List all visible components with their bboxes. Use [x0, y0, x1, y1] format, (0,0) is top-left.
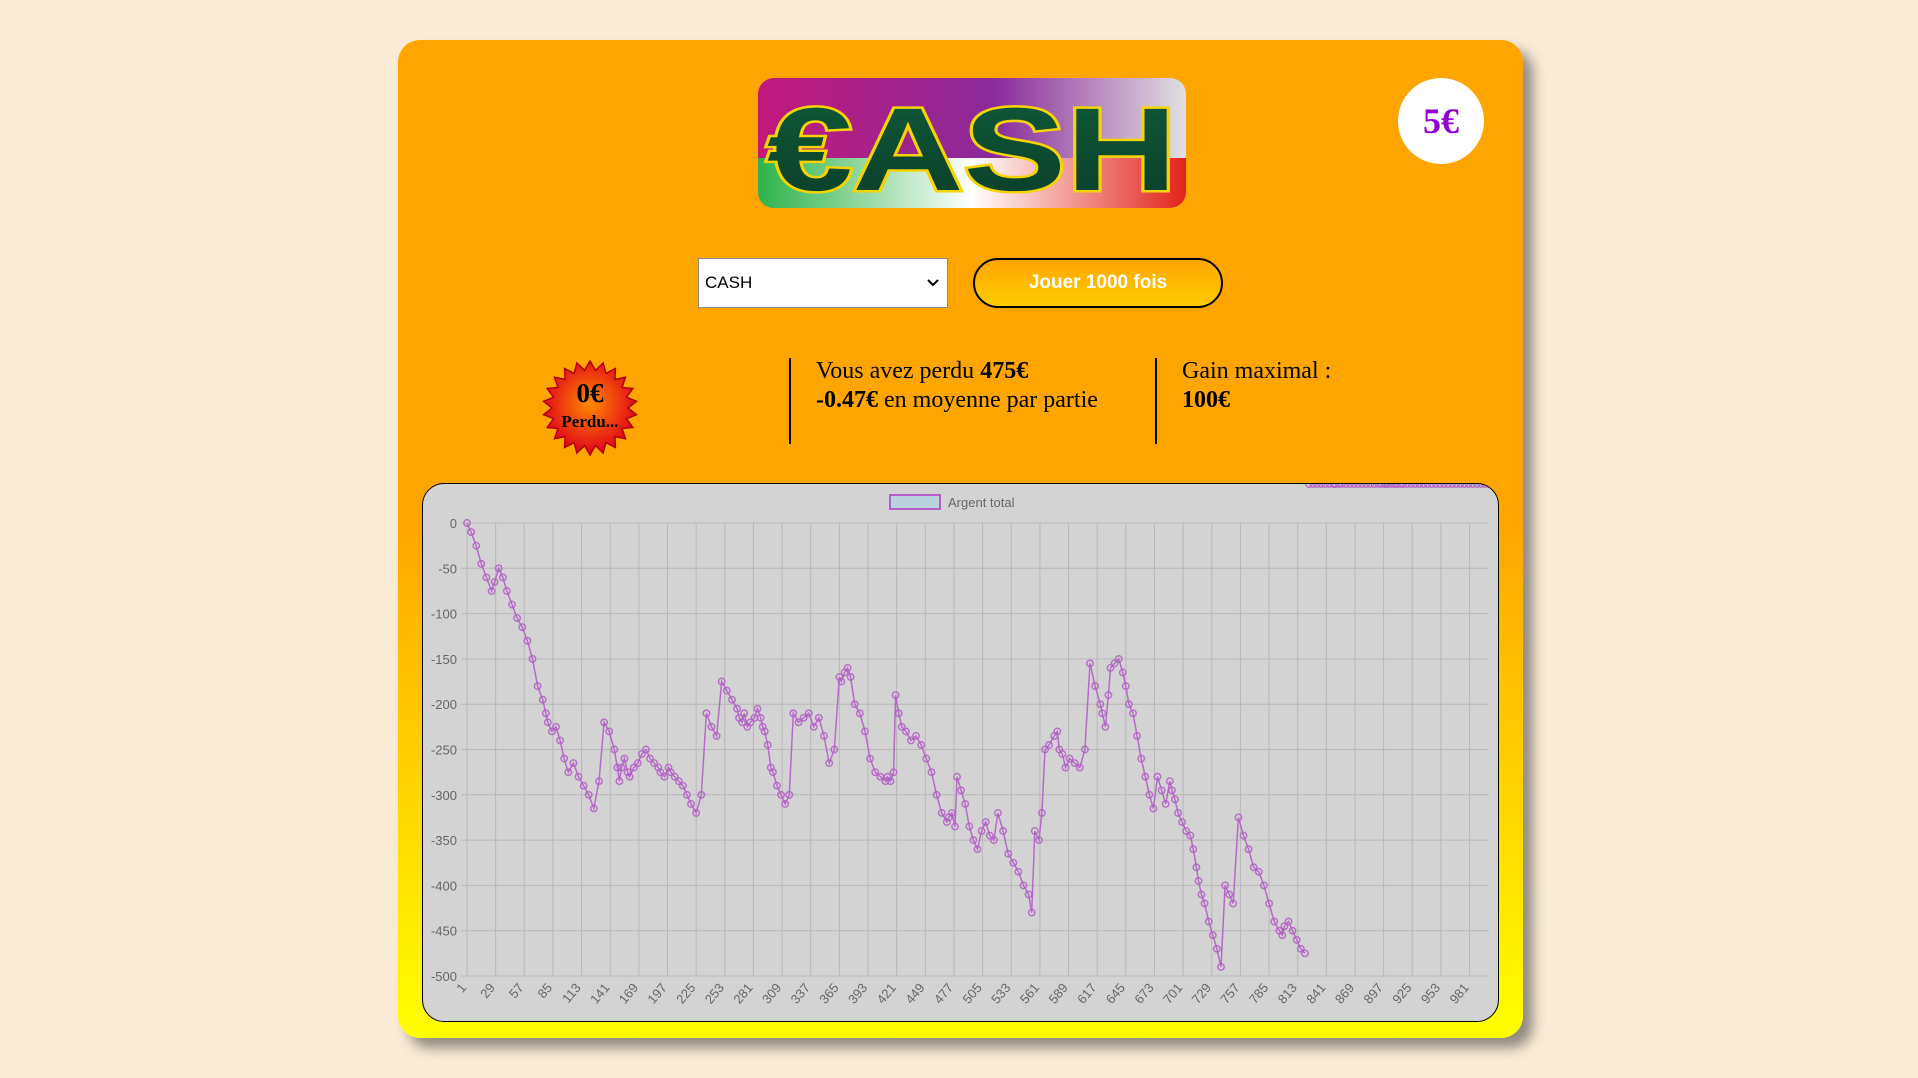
stats-divider-2 — [1155, 358, 1157, 444]
y-tick-label: -250 — [431, 743, 457, 758]
legend-label: Argent total — [948, 495, 1015, 510]
x-tick-label: 533 — [988, 980, 1013, 1006]
x-tick-label: 169 — [616, 980, 641, 1006]
x-tick-label: 141 — [587, 980, 612, 1006]
x-tick-label: 85 — [534, 980, 555, 1001]
max-gain-label: Gain maximal : — [1182, 358, 1332, 384]
y-tick-label: -100 — [431, 607, 457, 622]
money-chart: 1 29 57 85 113 141 169 197 225 253 281 309 337 365 393… — [422, 483, 1499, 1022]
x-tick-label: 197 — [644, 980, 669, 1006]
x-tick-label: 925 — [1389, 980, 1414, 1006]
x-tick-label: 953 — [1418, 980, 1443, 1006]
x-tick-label: 337 — [788, 980, 813, 1006]
money-chart-svg: 1 29 57 85 113 141 169 197 225 253 281 309 337 365 393… — [431, 484, 1493, 1007]
loss-stats: Vous avez perdu 475€ -0.47€ en moyenne p… — [816, 357, 1098, 415]
loss-prefix: Vous avez perdu — [816, 358, 981, 384]
x-tick-label: 477 — [931, 980, 956, 1006]
x-tick-label: 673 — [1131, 980, 1156, 1006]
max-gain-value: 100€ — [1182, 387, 1230, 413]
x-tick-label: 113 — [559, 980, 584, 1006]
average-suffix: en moyenne par partie — [878, 387, 1098, 413]
logo-text: €ASH — [767, 84, 1177, 208]
x-tick-label: 589 — [1045, 980, 1070, 1006]
x-tick-label: 225 — [673, 980, 698, 1006]
y-tick-label: -200 — [431, 697, 457, 712]
y-tick-label: -50 — [438, 561, 457, 576]
result-burst: 0€ Perdu... — [542, 360, 638, 456]
data-point — [1485, 484, 1493, 488]
x-tick-label: 869 — [1332, 980, 1357, 1006]
x-tick-label: 841 — [1303, 980, 1328, 1006]
x-tick-label: 281 — [730, 980, 755, 1006]
x-tick-label: 561 — [1017, 980, 1042, 1006]
cash-logo-image: €ASH — [758, 78, 1186, 208]
result-label: Perdu... — [561, 412, 619, 431]
y-tick-label: -450 — [431, 924, 457, 939]
max-gain-stats: Gain maximal : 100€ — [1182, 357, 1331, 415]
y-tick-label: -300 — [431, 788, 457, 803]
average-value: -0.47€ — [816, 387, 878, 413]
x-tick-label: 505 — [959, 980, 984, 1006]
x-tick-label: 393 — [845, 980, 870, 1006]
x-tick-label: 617 — [1074, 980, 1099, 1006]
x-tick-label: 57 — [506, 980, 527, 1001]
x-tick-label: 897 — [1360, 980, 1385, 1006]
total-lost-value: 475€ — [980, 358, 1029, 384]
x-tick-label: 29 — [477, 980, 498, 1001]
stats-divider-1 — [789, 358, 791, 444]
y-tick-label: -350 — [431, 833, 457, 848]
loss-line: Vous avez perdu 475€ — [816, 357, 1098, 386]
x-tick-label: 701 — [1160, 980, 1185, 1006]
x-tick-label: 449 — [902, 980, 927, 1006]
y-tick-label: -400 — [431, 878, 457, 893]
y-tick-label: 0 — [450, 516, 457, 531]
play-1000-button[interactable]: Jouer 1000 fois — [973, 258, 1223, 308]
x-tick-label: 729 — [1189, 980, 1214, 1006]
x-tick-label: 253 — [702, 980, 727, 1006]
series-line — [466, 522, 1306, 968]
x-tick-label: 645 — [1103, 980, 1128, 1006]
y-tick-label: -500 — [431, 969, 457, 984]
x-tick-label: 981 — [1446, 980, 1471, 1006]
average-line: -0.47€ en moyenne par partie — [816, 386, 1098, 415]
chevron-down-icon — [927, 279, 939, 287]
game-select-value: CASH — [705, 273, 753, 292]
x-tick-label: 309 — [759, 980, 784, 1006]
x-tick-label: 365 — [816, 980, 841, 1006]
x-tick-label: 421 — [874, 980, 899, 1006]
x-tick-label: 813 — [1275, 980, 1300, 1006]
x-tick-label: 785 — [1246, 980, 1271, 1006]
ticket-price-badge: 5€ — [1398, 78, 1484, 164]
game-select[interactable]: CASH — [698, 258, 948, 308]
legend-swatch — [889, 494, 941, 510]
x-tick-label: 757 — [1217, 980, 1242, 1006]
result-amount: 0€ — [576, 378, 604, 408]
cash-logo: €ASH — [758, 78, 1186, 208]
game-card: €ASH 5€ CASH Jouer 1000 fois 0€ Perdu...… — [398, 40, 1523, 1038]
y-tick-label: -150 — [431, 652, 457, 667]
